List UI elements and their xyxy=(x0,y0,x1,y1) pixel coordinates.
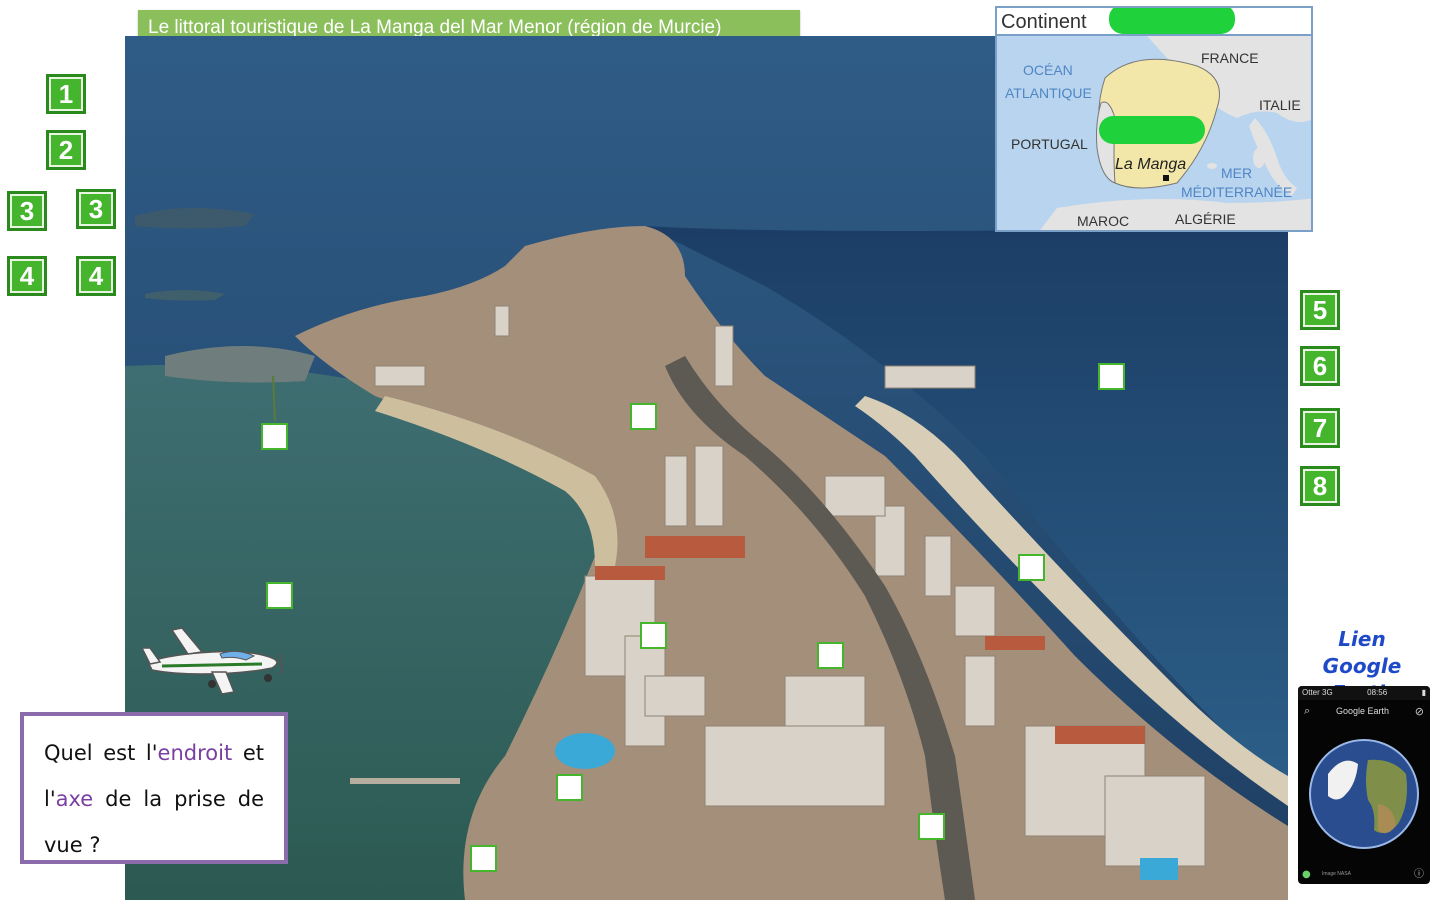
label-box-3a[interactable]: 3 xyxy=(7,191,47,231)
google-earth-link-line1: Lien xyxy=(1338,627,1386,651)
question-keyword-axis: axe xyxy=(55,787,94,811)
drop-target-box[interactable] xyxy=(630,403,657,430)
hidden-answer-continent xyxy=(1109,8,1235,34)
phone-carrier: Otter 3G xyxy=(1302,688,1333,697)
map-label-maroc: MAROC xyxy=(1077,213,1130,229)
map-label-atlantique: ATLANTIQUE xyxy=(1005,85,1092,101)
phone-app-title: Google Earth xyxy=(1335,706,1389,716)
label-box-4b[interactable]: 4 xyxy=(76,256,116,296)
map-label-france: FRANCE xyxy=(1201,50,1259,66)
map-label-la-manga: La Manga xyxy=(1115,156,1187,173)
drop-target-box[interactable] xyxy=(918,813,945,840)
label-box-4a[interactable]: 4 xyxy=(7,256,47,296)
battery-icon: ▮ xyxy=(1421,688,1426,697)
question-box: Quel est l'endroit et l'axe de la prise … xyxy=(20,712,288,864)
compass-icon: ⊘ xyxy=(1414,704,1424,718)
google-earth-phone-screenshot[interactable]: Otter 3G 08:56 ▮ ⌕ Google Earth ⊘ Image … xyxy=(1298,686,1430,884)
globe-icon xyxy=(1309,739,1419,849)
drop-target-box[interactable] xyxy=(261,423,288,450)
map-label-mediterranee: MÉDITERRANÉE xyxy=(1181,184,1293,200)
label-box-7[interactable]: 7 xyxy=(1300,408,1340,448)
map-label-ocean: OCÉAN xyxy=(1023,62,1073,78)
label-box-3b[interactable]: 3 xyxy=(76,189,116,229)
drop-target-box[interactable] xyxy=(556,774,583,801)
label-box-8[interactable]: 8 xyxy=(1300,466,1340,506)
phone-imagery-credit: Image NASA xyxy=(1322,871,1351,877)
location-icon: ● xyxy=(1302,869,1311,880)
info-icon: ⓘ xyxy=(1414,869,1424,880)
drop-target-box[interactable] xyxy=(1098,363,1125,390)
label-box-6[interactable]: 6 xyxy=(1300,346,1340,386)
phone-clock: 08:56 xyxy=(1367,688,1388,697)
drop-target-box[interactable] xyxy=(817,642,844,669)
hidden-answer-country xyxy=(1099,116,1205,144)
search-icon: ⌕ xyxy=(1304,704,1311,717)
label-box-1[interactable]: 1 xyxy=(46,74,86,114)
phone-status-bar: Otter 3G 08:56 ▮ xyxy=(1298,686,1430,700)
map-label-mer: MER xyxy=(1221,165,1253,181)
drop-target-box[interactable] xyxy=(1018,554,1045,581)
map-label-italie: ITALIE xyxy=(1259,97,1301,113)
drop-target-box[interactable] xyxy=(266,582,293,609)
drop-target-box[interactable] xyxy=(640,622,667,649)
drop-target-box[interactable] xyxy=(470,845,497,872)
label-box-2[interactable]: 2 xyxy=(46,130,86,170)
map-label-algerie: ALGÉRIE xyxy=(1175,211,1236,227)
question-text: Quel est l' xyxy=(44,741,158,765)
location-map: Continent FRANCE OCÉAN ATLANTIQUE ITALIE… xyxy=(995,6,1313,232)
question-keyword-place: endroit xyxy=(157,741,233,765)
airplane-icon xyxy=(140,622,288,698)
label-box-5[interactable]: 5 xyxy=(1300,290,1340,330)
map-label-portugal: PORTUGAL xyxy=(1011,136,1088,152)
